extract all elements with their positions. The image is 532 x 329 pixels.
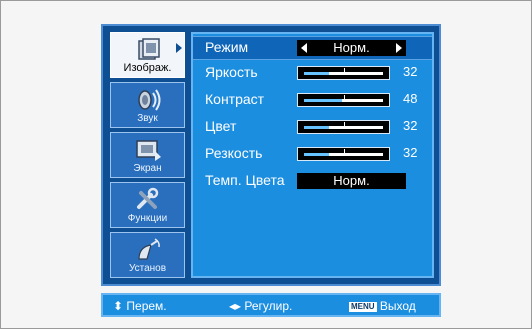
slider-fill [304, 153, 330, 156]
exit-label: Выход [379, 299, 416, 313]
color-label: Цвет [205, 118, 237, 134]
adjust-hint: ◂▸ Регулир. [229, 299, 292, 313]
color-row[interactable]: Цвет 32 [193, 116, 432, 138]
sidebar-item-label: Звук [137, 113, 158, 124]
move-label: Перем. [126, 299, 167, 313]
move-hint: ⬍ Перем. [113, 299, 167, 313]
slider-track [304, 95, 383, 102]
screen-icon [136, 140, 161, 161]
sidebar-item-label: Изображ. [123, 62, 172, 74]
brightness-label: Яркость [205, 64, 258, 80]
mode-row[interactable]: Режим Норм. [193, 36, 432, 60]
sharpness-label: Резкость [205, 145, 263, 161]
sidebar-item-sound[interactable]: Звук [110, 82, 185, 128]
sharpness-value: 32 [403, 145, 418, 160]
slider-fill [304, 99, 342, 102]
contrast-label: Контраст [205, 91, 265, 107]
sidebar-item-label: Экран [133, 163, 162, 174]
adjust-label: Регулир. [244, 299, 293, 313]
mode-label: Режим [205, 39, 249, 55]
updown-arrow-icon: ⬍ [113, 299, 124, 313]
brightness-slider[interactable] [297, 66, 390, 80]
slider-center-tick [343, 68, 345, 72]
color-temp-label: Темп. Цвета [205, 172, 285, 188]
color-temp-value-box[interactable]: Норм. [297, 173, 406, 189]
antenna-icon [138, 238, 160, 260]
category-sidebar: Изображ. Звук Экран Функции Установ [110, 32, 185, 278]
brightness-row[interactable]: Яркость 32 [193, 62, 432, 84]
slider-fill [304, 72, 330, 75]
mode-selector[interactable]: Норм. [297, 40, 406, 56]
slider-track [304, 68, 383, 75]
sidebar-item-label: Установ [128, 263, 167, 274]
menu-key-icon: MENU [349, 302, 377, 312]
exit-hint: MENU Выход [349, 299, 416, 313]
contrast-value: 48 [403, 91, 418, 106]
slider-track [304, 122, 383, 129]
help-bar: ⬍ Перем. ◂▸ Регулир. MENU Выход [101, 293, 441, 317]
slider-fill [304, 126, 330, 129]
sidebar-item-label: Функции [127, 213, 168, 224]
contrast-row[interactable]: Контраст 48 [193, 89, 432, 111]
selected-arrow-icon [176, 43, 182, 53]
sidebar-item-picture[interactable]: Изображ. [110, 32, 185, 78]
color-value: 32 [403, 118, 418, 133]
contrast-slider[interactable] [297, 93, 390, 107]
slider-center-tick [343, 149, 345, 153]
sound-icon [138, 89, 161, 111]
arrow-right-icon[interactable] [396, 43, 402, 53]
arrow-left-icon[interactable] [301, 43, 307, 53]
slider-center-tick [343, 122, 345, 126]
color-temp-value: Норм. [333, 173, 370, 188]
sidebar-item-screen[interactable]: Экран [110, 132, 185, 178]
slider-center-tick [343, 95, 345, 99]
sidebar-item-setup[interactable]: Установ [110, 232, 185, 278]
brightness-value: 32 [403, 64, 418, 79]
leftright-arrow-icon: ◂▸ [229, 299, 242, 313]
sidebar-item-functions[interactable]: Функции [110, 182, 185, 228]
color-slider[interactable] [297, 120, 390, 134]
sharpness-slider[interactable] [297, 147, 390, 161]
tools-icon [137, 187, 159, 209]
mode-value: Норм. [333, 40, 370, 55]
sharpness-row[interactable]: Резкость 32 [193, 143, 432, 165]
picture-settings-panel: Режим Норм. Яркость 32 Контраст 48 Цвет [191, 32, 434, 278]
slider-track [304, 149, 383, 156]
picture-icon [138, 38, 160, 60]
color-temp-row[interactable]: Темп. Цвета Норм. [193, 170, 432, 192]
